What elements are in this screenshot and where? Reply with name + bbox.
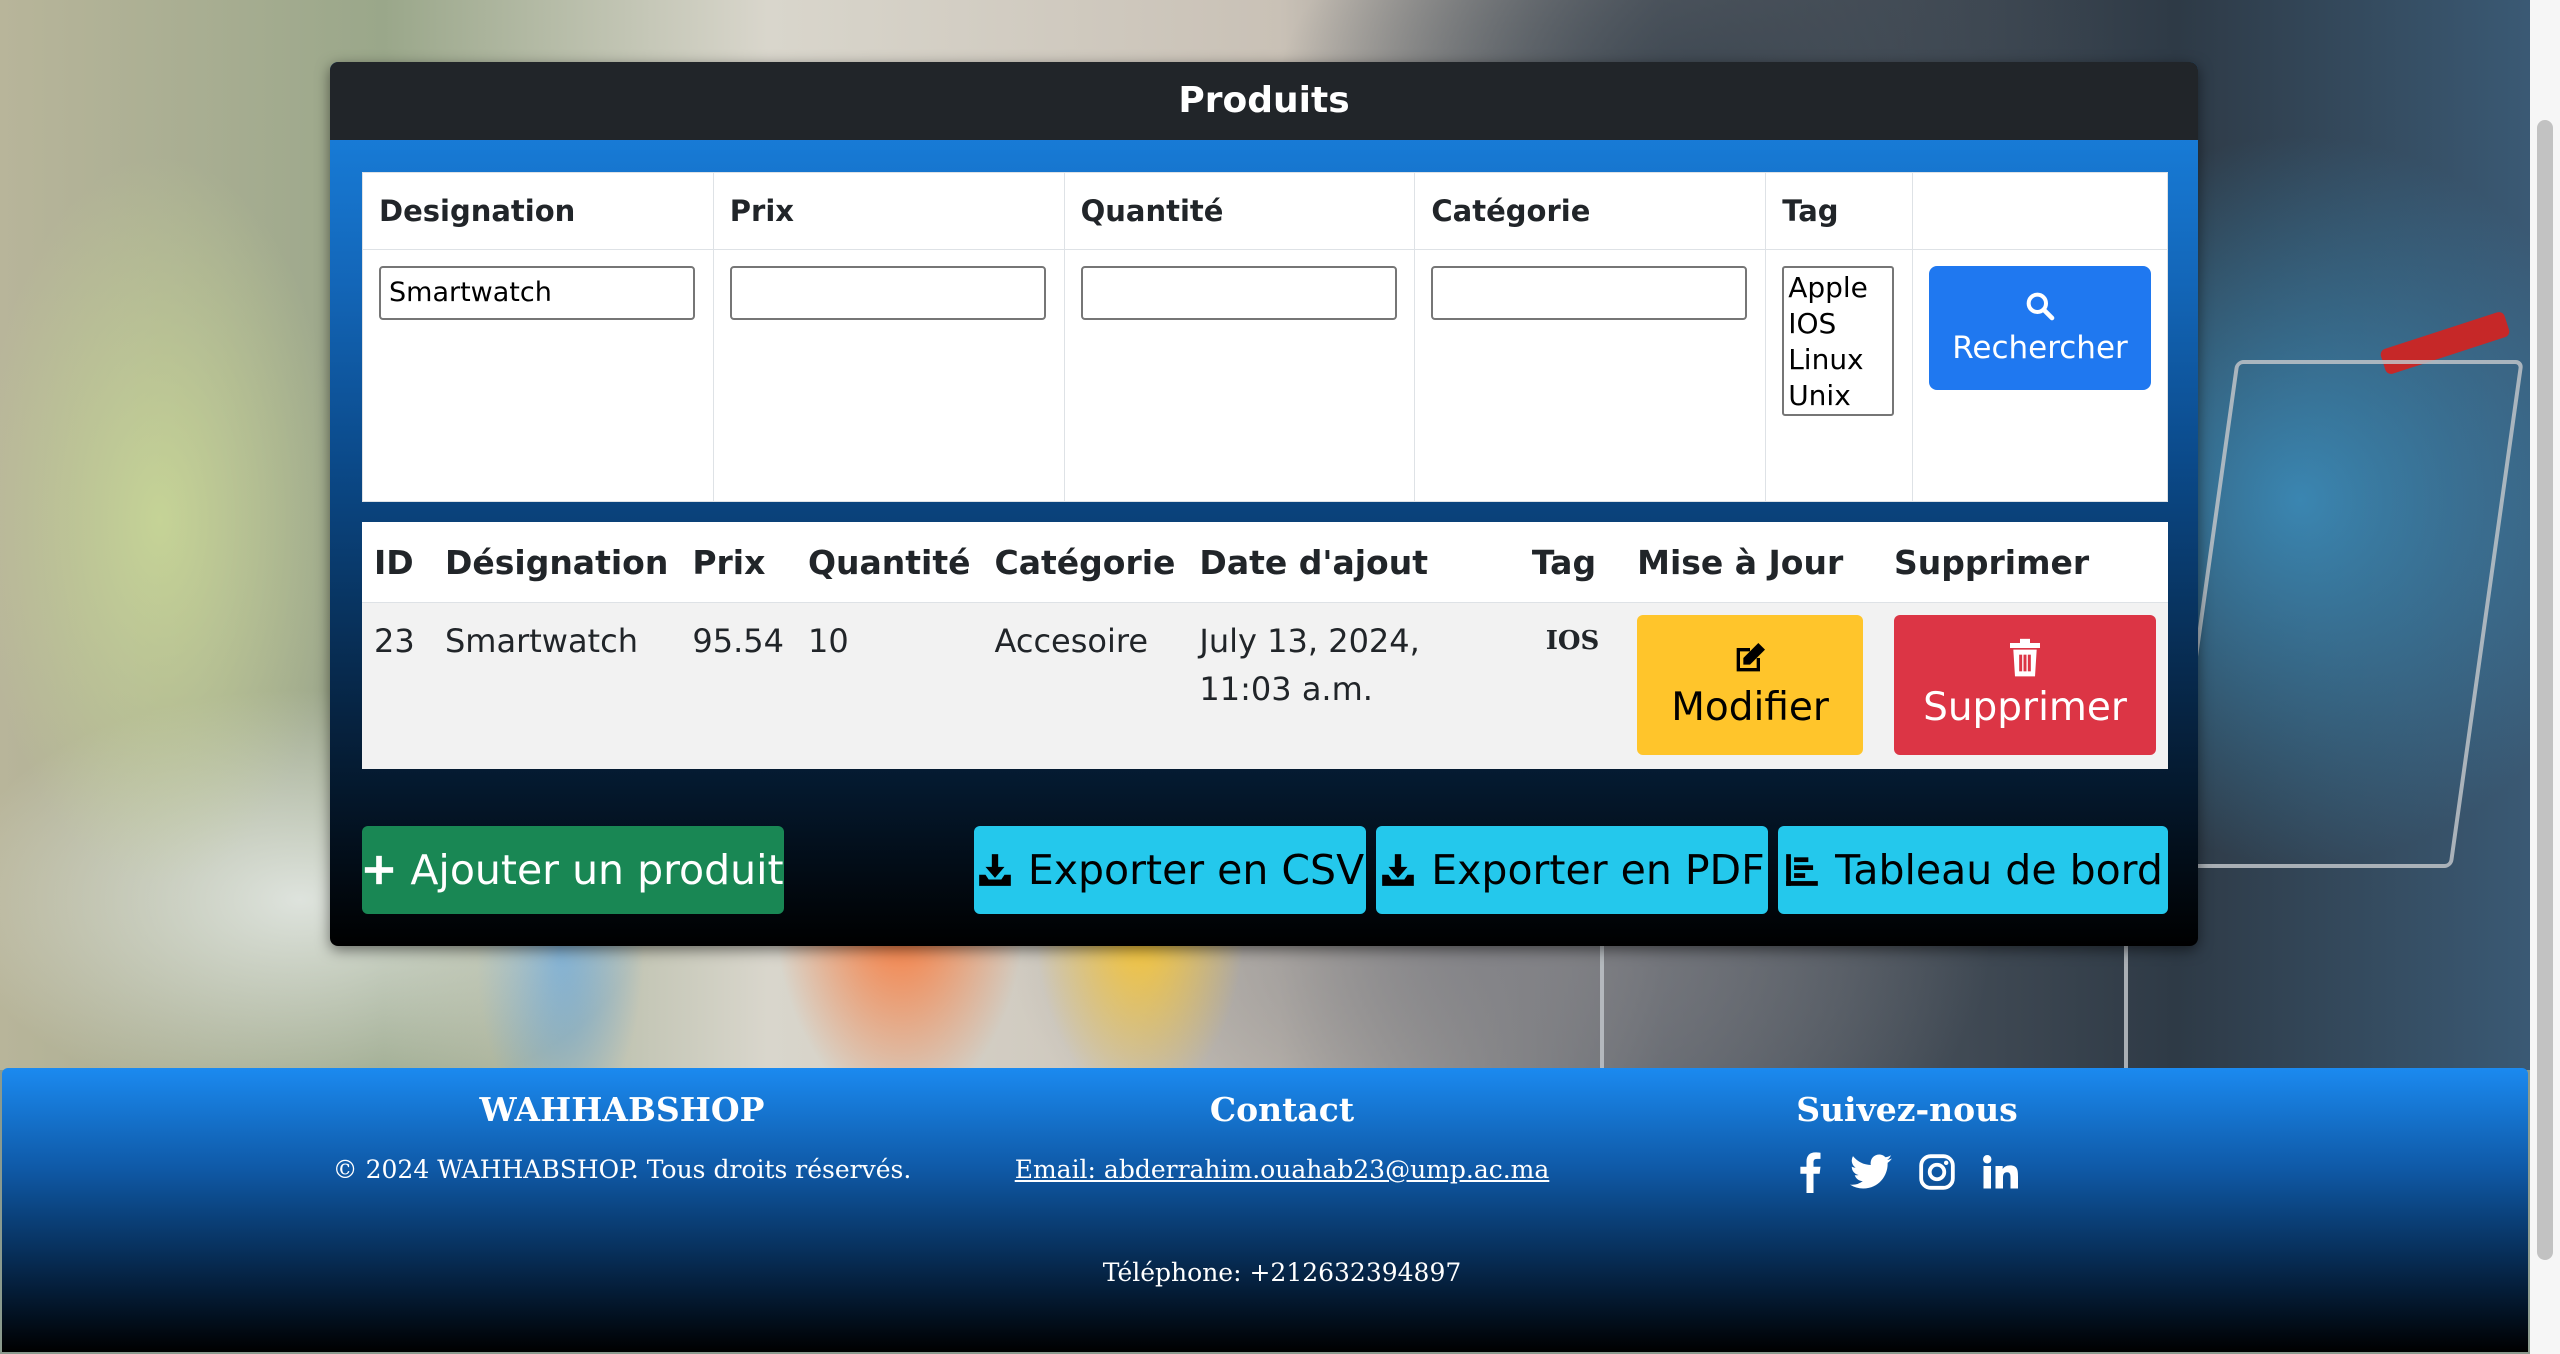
filter-table: Designation Prix Quantité Catégorie Tag … xyxy=(362,172,2168,502)
edit-button[interactable]: Modifier xyxy=(1637,615,1864,755)
col-header-date: Date d'ajout xyxy=(1187,522,1520,603)
products-card: Produits Designation Prix Quantité Catég… xyxy=(330,62,2198,946)
footer-contact-title: Contact xyxy=(1209,1090,1355,1129)
linkedin-icon[interactable] xyxy=(1982,1154,2018,1190)
col-header-tag: Tag xyxy=(1519,522,1626,603)
col-header-designation: Désignation xyxy=(432,522,681,603)
export-csv-button[interactable]: Exporter en CSV xyxy=(974,826,1366,914)
products-table: ID Désignation Prix Quantité Catégorie D… xyxy=(362,522,2168,769)
download-icon xyxy=(1382,854,1415,886)
add-product-button[interactable]: Ajouter un produit xyxy=(362,826,784,914)
filter-header-designation: Designation xyxy=(362,172,714,250)
filter-input-row: Smartwatch Apple IOS Linux Unix Recherch… xyxy=(362,249,2168,502)
footer-copyright: © 2024 WAHHABSHOP. Tous droits réservés. xyxy=(332,1155,912,1184)
col-header-delete: Supprimer xyxy=(1882,522,2168,603)
dashboard-button[interactable]: Tableau de bord xyxy=(1778,826,2168,914)
social-links xyxy=(1642,1151,2172,1193)
trash-icon xyxy=(2010,638,2040,677)
footer-brand-title: WAHHABSHOP xyxy=(479,1090,765,1129)
filter-header-categorie: Catégorie xyxy=(1414,172,1767,250)
categorie-input[interactable] xyxy=(1431,266,1748,320)
footer-brand-column: WAHHABSHOP © 2024 WAHHABSHOP. Tous droit… xyxy=(302,1090,942,1184)
download-icon xyxy=(979,854,1011,886)
cell-designation: Smartwatch xyxy=(432,602,681,769)
cell-tag: IOS xyxy=(1519,602,1626,769)
tag-option[interactable]: Unix xyxy=(1788,378,1888,414)
dashboard-label: Tableau de bord xyxy=(1835,846,2163,894)
chart-icon xyxy=(1786,854,1818,886)
col-header-quantite: Quantité xyxy=(795,522,983,603)
scrollbar-thumb[interactable] xyxy=(2537,120,2553,1260)
col-header-id: ID xyxy=(362,522,433,603)
tag-select[interactable]: Apple IOS Linux Unix xyxy=(1782,266,1895,416)
export-pdf-button[interactable]: Exporter en PDF xyxy=(1376,826,1768,914)
cell-id: 23 xyxy=(362,602,433,769)
tag-option[interactable]: IOS xyxy=(1788,306,1888,342)
cell-prix: 95.54 xyxy=(680,602,796,769)
add-product-label: Ajouter un produit xyxy=(410,846,784,894)
delete-button[interactable]: Supprimer xyxy=(1894,615,2156,755)
filter-header-quantite: Quantité xyxy=(1063,172,1416,250)
edit-button-label: Modifier xyxy=(1671,685,1829,730)
filter-header-empty xyxy=(1912,172,2168,250)
table-header-row: ID Désignation Prix Quantité Catégorie D… xyxy=(362,522,2168,603)
edit-icon xyxy=(1736,643,1766,672)
delete-button-label: Supprimer xyxy=(1923,685,2127,730)
quantite-input[interactable] xyxy=(1080,266,1397,320)
footer-social-column: Suivez-nous xyxy=(1642,1090,2172,1193)
facebook-icon[interactable] xyxy=(1796,1151,1824,1193)
tag-option[interactable]: Apple xyxy=(1788,270,1888,306)
search-button[interactable]: Rechercher xyxy=(1929,266,2151,390)
twitter-icon[interactable] xyxy=(1850,1154,1892,1190)
export-csv-label: Exporter en CSV xyxy=(1027,846,1365,894)
cell-quantite: 10 xyxy=(795,602,983,769)
footer-contact-column: Contact Email: abderrahim.ouahab23@ump.a… xyxy=(902,1090,1662,1287)
col-header-update: Mise à Jour xyxy=(1625,522,1882,603)
footer: WAHHABSHOP © 2024 WAHHABSHOP. Tous droit… xyxy=(2,1068,2528,1352)
tag-option[interactable]: Linux xyxy=(1788,342,1888,378)
filter-header-row: Designation Prix Quantité Catégorie Tag xyxy=(362,172,2168,250)
filter-header-tag: Tag xyxy=(1765,172,1913,250)
table-row: 23 Smartwatch 95.54 10 Accesoire July 13… xyxy=(362,602,2168,769)
cell-date: July 13, 2024, 11:03 a.m. xyxy=(1187,602,1520,769)
footer-email-link[interactable]: Email: abderrahim.ouahab23@ump.ac.ma xyxy=(902,1155,1662,1184)
footer-follow-title: Suivez-nous xyxy=(1796,1090,2018,1129)
footer-phone: Téléphone: +212632394897 xyxy=(1102,1258,1462,1287)
search-button-label: Rechercher xyxy=(1952,330,2128,366)
instagram-icon[interactable] xyxy=(1918,1153,1956,1191)
filter-header-prix: Prix xyxy=(712,172,1065,250)
search-icon xyxy=(2026,292,2055,321)
col-header-prix: Prix xyxy=(680,522,796,603)
plus-icon xyxy=(365,855,394,885)
col-header-categorie: Catégorie xyxy=(982,522,1188,603)
prix-input[interactable] xyxy=(729,266,1046,320)
card-title: Produits xyxy=(330,62,2198,140)
cell-categorie: Accesoire xyxy=(982,602,1188,769)
designation-input[interactable]: Smartwatch xyxy=(379,266,695,320)
export-pdf-label: Exporter en PDF xyxy=(1431,846,1765,894)
